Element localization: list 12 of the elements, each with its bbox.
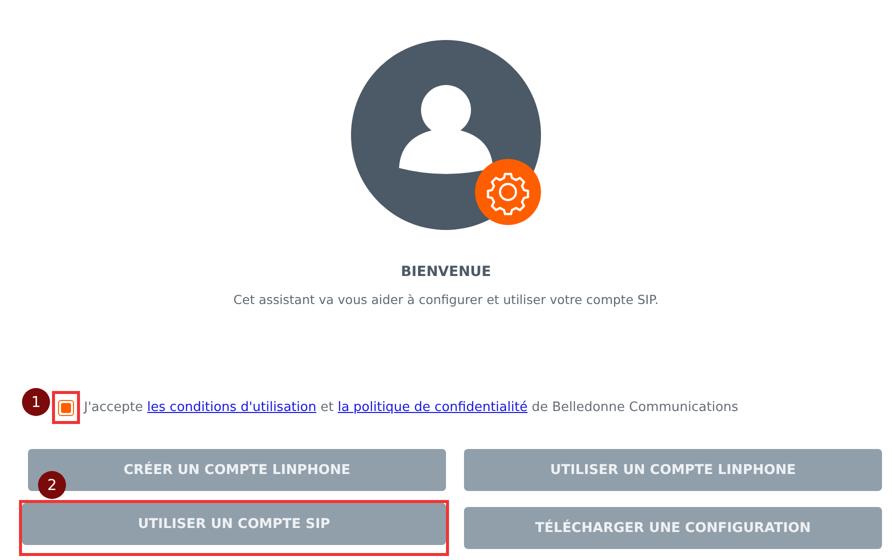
- checkbox[interactable]: [58, 400, 74, 416]
- action-button[interactable]: TÉLÉCHARGER UNE CONFIGURATION: [464, 507, 882, 549]
- welcome-subtitle: Cet assistant va vous aider à configurer et utiliser votre compte SIP.: [233, 292, 659, 307]
- step-number-badge: 1: [22, 388, 50, 416]
- terms-link[interactable]: les conditions d'utilisation: [147, 400, 316, 415]
- user-avatar-icon: [351, 40, 541, 230]
- action-button[interactable]: UTILISER UN COMPTE SIP: [22, 503, 446, 545]
- welcome-title: BIENVENUE: [400, 264, 492, 280]
- action-button[interactable]: UTILISER UN COMPTE LINPHONE: [464, 449, 882, 491]
- terms-text: J'accepte les conditions d'utilisation et la politique de confidentialité de Belledonne Communications: [84, 400, 738, 415]
- gear-icon: [475, 159, 541, 225]
- privacy-link[interactable]: la politique de confidentialité: [338, 400, 528, 415]
